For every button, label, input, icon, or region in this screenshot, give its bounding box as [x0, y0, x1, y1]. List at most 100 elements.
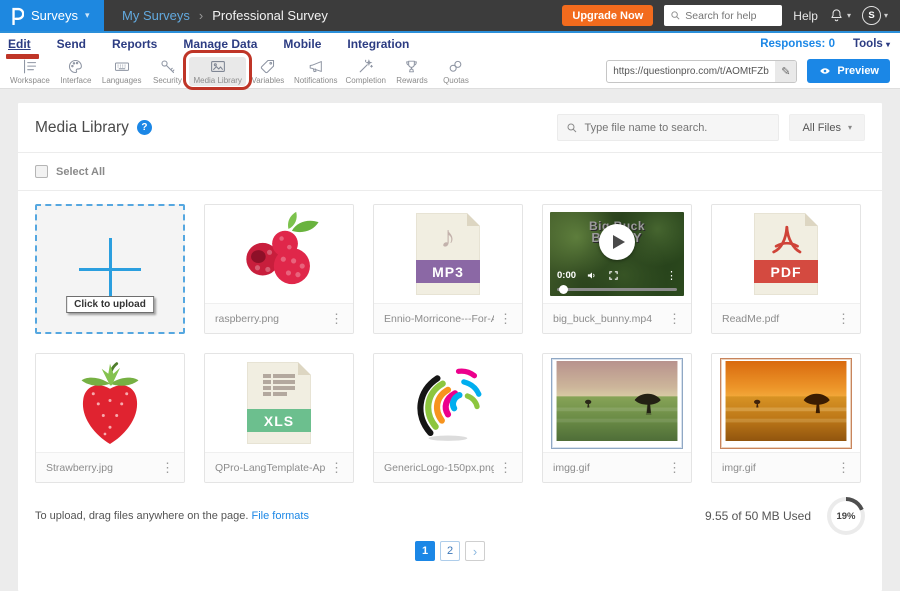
palette-icon: [67, 58, 84, 75]
bell-icon: [829, 8, 844, 23]
video-time: 0:00: [557, 270, 576, 281]
eye-icon: [818, 65, 832, 77]
magic-wand-icon: [357, 58, 374, 75]
surveys-menu[interactable]: Surveys ▾: [0, 0, 104, 31]
survey-url-input[interactable]: [607, 66, 775, 77]
chain-links-icon: [447, 58, 464, 75]
toolbar-item-languages[interactable]: Languages: [98, 57, 146, 86]
key-icon: [159, 58, 176, 75]
video-progress-bar[interactable]: [557, 288, 677, 291]
pdf-badge: PDF: [754, 260, 818, 283]
toolbar-item-quotas[interactable]: Quotas: [434, 57, 478, 86]
help-link[interactable]: Help: [793, 9, 818, 23]
edit-url-pencil-icon[interactable]: ✎: [775, 61, 796, 82]
pdf-file-icon: PDF: [754, 213, 818, 295]
media-tile-pdf[interactable]: PDF ReadMe.pdf⋮: [711, 204, 861, 334]
video-menu-icon[interactable]: ⋮: [666, 269, 677, 282]
mp3-file-icon: ♪ MP3: [416, 213, 480, 295]
toolbar-item-media-library[interactable]: Media Library: [189, 57, 245, 86]
help-search-input[interactable]: [685, 10, 775, 22]
survey-url-field[interactable]: ✎: [606, 60, 797, 83]
next-page-button[interactable]: ›: [465, 541, 485, 561]
select-all-label: Select All: [56, 166, 105, 178]
nav-tab-edit[interactable]: Edit: [8, 37, 31, 51]
kebab-menu-icon[interactable]: ⋮: [832, 311, 855, 327]
chevron-down-icon: ▾: [848, 123, 852, 132]
chevron-down-icon: ▾: [85, 10, 90, 21]
page-button-2[interactable]: 2: [440, 541, 460, 561]
toolbar-item-variables[interactable]: Variables: [246, 57, 290, 86]
help-icon[interactable]: ?: [137, 120, 152, 135]
media-tile-video[interactable]: Big Buck BUNNY 0:00 ⋮ big_buck_bunn: [542, 204, 692, 334]
fullscreen-icon[interactable]: [608, 270, 619, 281]
breadcrumb-current: Professional Survey: [212, 8, 328, 23]
landscape-green: [554, 361, 680, 441]
workspace-icon: [21, 58, 38, 75]
pdf-thumbnail: PDF: [712, 205, 860, 303]
media-tile-imgg[interactable]: imgg.gif⋮: [542, 353, 692, 483]
file-name: imgg.gif: [553, 462, 663, 474]
speaker-icon[interactable]: [586, 270, 598, 281]
page-button-1[interactable]: 1: [415, 541, 435, 561]
toolbar-item-security[interactable]: Security: [145, 57, 189, 86]
toolbar-item-interface[interactable]: Interface: [54, 57, 98, 86]
storage-donut: 19%: [827, 497, 865, 535]
video-player[interactable]: Big Buck BUNNY 0:00 ⋮: [550, 212, 684, 296]
media-tile-mp3[interactable]: ♪ MP3 Ennio-Morricone---For-A-...⋮: [373, 204, 523, 334]
image-icon: [209, 58, 227, 75]
nav-tab-integration[interactable]: Integration: [347, 37, 409, 51]
kebab-menu-icon[interactable]: ⋮: [325, 311, 348, 327]
kebab-menu-icon[interactable]: ⋮: [832, 460, 855, 476]
toolbar-item-notifications[interactable]: Notifications: [290, 57, 342, 86]
upload-hint: To upload, drag files anywhere on the pa…: [35, 510, 309, 522]
toolbar-item-workspace[interactable]: Workspace: [6, 57, 54, 86]
file-search-box[interactable]: [557, 114, 779, 141]
breadcrumb-separator: ›: [199, 8, 203, 23]
upgrade-now-button[interactable]: Upgrade Now: [562, 5, 653, 26]
play-button[interactable]: [599, 224, 635, 260]
breadcrumb: My Surveys › Professional Survey: [104, 0, 328, 31]
tools-menu[interactable]: Tools ▾: [853, 38, 890, 50]
imgr-thumbnail: [712, 354, 860, 452]
plus-icon: [79, 238, 141, 300]
nav-tab-reports[interactable]: Reports: [112, 37, 157, 51]
chevron-down-icon: ▾: [886, 40, 890, 49]
file-name: GenericLogo-150px.png: [384, 462, 494, 474]
surveys-menu-label: Surveys: [31, 8, 78, 23]
breadcrumb-my-surveys[interactable]: My Surveys: [122, 8, 190, 23]
select-all-checkbox[interactable]: [35, 165, 48, 178]
kebab-menu-icon[interactable]: ⋮: [494, 460, 517, 476]
chevron-down-icon: ▾: [847, 11, 851, 20]
file-search-input[interactable]: [584, 122, 764, 134]
kebab-menu-icon[interactable]: ⋮: [156, 460, 179, 476]
responses-count[interactable]: Responses: 0: [760, 38, 835, 50]
file-formats-link[interactable]: File formats: [252, 510, 309, 522]
account-menu[interactable]: S ▾: [862, 6, 888, 25]
raspberry-thumbnail: [205, 205, 353, 303]
notifications-bell[interactable]: ▾: [829, 8, 851, 23]
nav-tab-send[interactable]: Send: [57, 37, 86, 51]
landscape-orange: [723, 361, 849, 441]
media-tile-raspberry[interactable]: raspberry.png⋮: [204, 204, 354, 334]
upload-tile[interactable]: Click to upload: [35, 204, 185, 334]
media-tile-logo[interactable]: GenericLogo-150px.png⋮: [373, 353, 523, 483]
file-type-filter[interactable]: All Files ▾: [789, 114, 865, 141]
acrobat-mark-icon: [763, 219, 809, 257]
preview-button[interactable]: Preview: [807, 59, 890, 83]
toolbar-item-completion[interactable]: Completion: [342, 57, 390, 86]
progress-knob[interactable]: [559, 285, 568, 294]
media-tile-imgr[interactable]: imgr.gif⋮: [711, 353, 861, 483]
nav-tab-mobile[interactable]: Mobile: [283, 37, 321, 51]
kebab-menu-icon[interactable]: ⋮: [663, 311, 686, 327]
kebab-menu-icon[interactable]: ⋮: [494, 311, 517, 327]
help-search-box[interactable]: [664, 5, 782, 26]
toolbar-item-rewards[interactable]: Rewards: [390, 57, 434, 86]
search-icon: [670, 10, 681, 21]
strawberry-thumbnail: [36, 354, 184, 452]
media-tile-xls[interactable]: XLS QPro-LangTemplate-April...⋮: [204, 353, 354, 483]
media-tile-strawberry[interactable]: Strawberry.jpg⋮: [35, 353, 185, 483]
kebab-menu-icon[interactable]: ⋮: [663, 460, 686, 476]
nav-tab-manage-data[interactable]: Manage Data: [183, 37, 257, 51]
kebab-menu-icon[interactable]: ⋮: [325, 460, 348, 476]
search-icon: [566, 122, 578, 134]
